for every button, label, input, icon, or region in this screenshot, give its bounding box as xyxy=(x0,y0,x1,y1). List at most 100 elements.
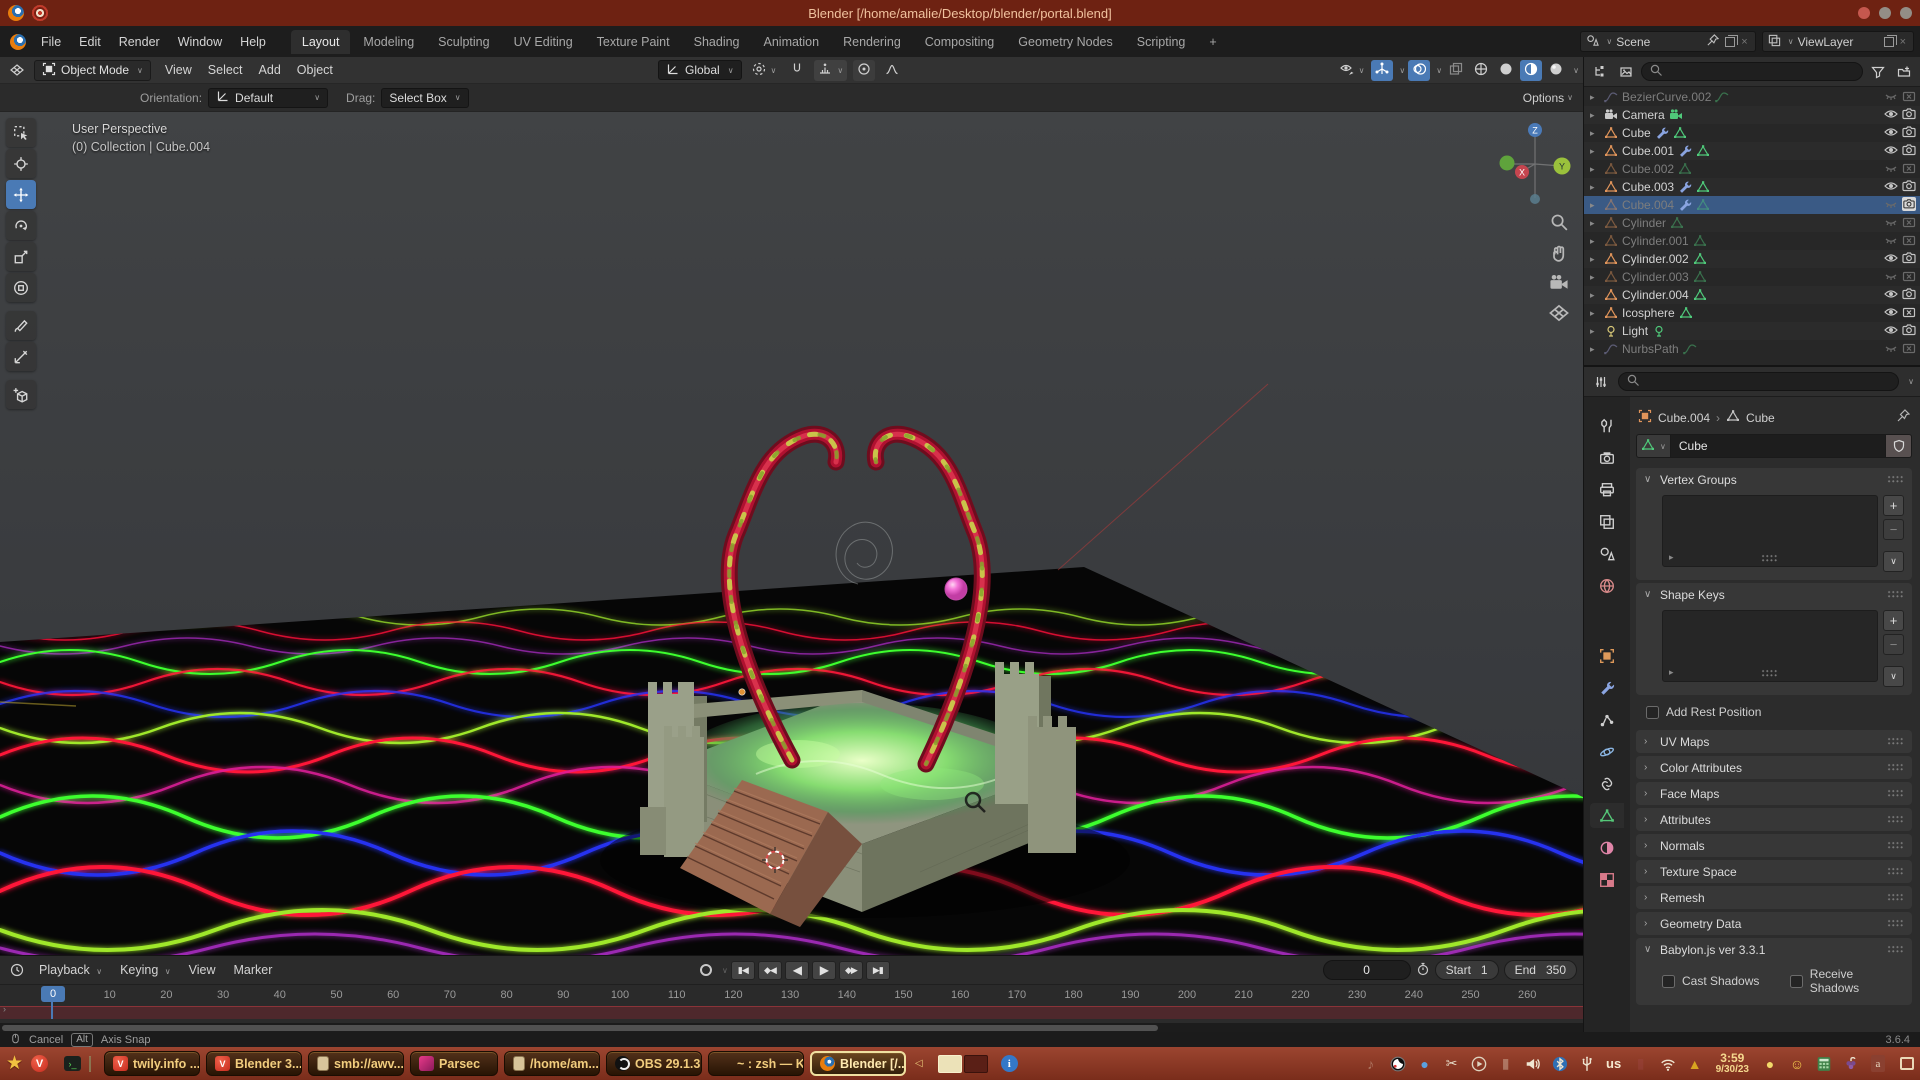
object-name[interactable]: Cube.003 xyxy=(1622,180,1674,194)
expand-icon[interactable]: ▸ xyxy=(1590,164,1600,175)
object-name[interactable]: Light xyxy=(1622,324,1648,338)
menu-help[interactable]: Help xyxy=(231,31,275,53)
outliner-display-mode-button[interactable] xyxy=(1615,61,1637,82)
hide-toggle[interactable] xyxy=(1884,125,1898,142)
add-rest-position-row[interactable]: Add Rest Position xyxy=(1634,698,1914,728)
render-toggle[interactable] xyxy=(1902,251,1916,268)
hide-toggle[interactable] xyxy=(1884,305,1898,322)
task-button[interactable]: Blender [/... xyxy=(810,1051,906,1076)
render-toggle[interactable] xyxy=(1902,323,1916,340)
tray-show-desktop[interactable] xyxy=(1896,1055,1914,1073)
properties-tab-object[interactable] xyxy=(1590,643,1624,668)
outliner-row[interactable]: ▸BezierCurve.002 xyxy=(1584,88,1920,106)
object-name[interactable]: NurbsPath xyxy=(1622,342,1679,356)
tray-dictionary[interactable]: a xyxy=(1869,1055,1887,1073)
viewport-ortho-button[interactable] xyxy=(1549,303,1569,323)
expand-icon[interactable]: ▸ xyxy=(1590,272,1600,283)
tab-sculpting[interactable]: Sculpting xyxy=(427,30,500,54)
breadcrumb-object[interactable]: Cube.004 xyxy=(1658,411,1710,425)
render-toggle[interactable] xyxy=(1902,89,1916,106)
tray-media-play[interactable] xyxy=(1470,1055,1488,1073)
playhead[interactable]: 0 xyxy=(41,986,65,1002)
fake-user-button[interactable] xyxy=(1886,434,1912,458)
viewport-menu-add[interactable]: Add xyxy=(251,60,289,80)
new-collection-button[interactable] xyxy=(1893,61,1915,82)
panel-header[interactable]: ›Normals xyxy=(1636,834,1912,857)
maximize-button[interactable] xyxy=(1879,7,1891,19)
panel-grip[interactable] xyxy=(1887,763,1904,772)
jump-to-start-button[interactable]: ▮◀ xyxy=(731,961,755,980)
tray-grapes[interactable] xyxy=(1842,1055,1860,1073)
checkbox[interactable] xyxy=(1662,975,1675,988)
viewlayer-selector[interactable]: ∨ ViewLayer × xyxy=(1762,31,1914,52)
panel-header[interactable]: ›Attributes xyxy=(1636,808,1912,831)
tray-emoji[interactable]: ☺ xyxy=(1788,1055,1806,1073)
play-reverse-button[interactable]: ◀ xyxy=(785,961,809,980)
expand-icon[interactable]: ▸ xyxy=(1590,236,1600,247)
panel-grip[interactable] xyxy=(1887,893,1904,902)
shading-solid-button[interactable] xyxy=(1495,60,1517,81)
tab-shading[interactable]: Shading xyxy=(683,30,751,54)
filter-icon[interactable] xyxy=(1867,61,1889,82)
3d-viewport[interactable]: User Perspective (0) Collection | Cube.0… xyxy=(0,112,1583,955)
task-button[interactable]: OBS 29.1.3... xyxy=(606,1051,702,1076)
proportional-editing-toggle[interactable] xyxy=(853,60,875,81)
render-toggle[interactable] xyxy=(1902,269,1916,286)
show-gizmo-toggle[interactable] xyxy=(1371,60,1393,81)
frame-end-field[interactable]: End 350 xyxy=(1504,960,1577,980)
tool-annotate[interactable] xyxy=(6,311,36,340)
viewport-zoom-button[interactable] xyxy=(1549,212,1569,232)
tool-move[interactable] xyxy=(6,180,36,209)
hide-toggle[interactable] xyxy=(1884,143,1898,160)
panel-header[interactable]: ›Texture Space xyxy=(1636,860,1912,883)
drag-select[interactable]: Select Box∨ xyxy=(381,88,468,108)
outliner-row[interactable]: ▸Cube.001 xyxy=(1584,142,1920,160)
tab-texture-paint[interactable]: Texture Paint xyxy=(586,30,681,54)
properties-options-caret[interactable]: ∨ xyxy=(1908,377,1914,386)
viewport-menu-select[interactable]: Select xyxy=(200,60,251,80)
scene-selector[interactable]: ∨ Scene × xyxy=(1580,31,1755,52)
hide-toggle[interactable] xyxy=(1884,251,1898,268)
expand-icon[interactable]: ▸ xyxy=(1590,218,1600,229)
hide-toggle[interactable] xyxy=(1884,341,1898,358)
outliner-search-input[interactable] xyxy=(1641,62,1863,81)
remove-button[interactable]: − xyxy=(1883,634,1904,655)
expand-icon[interactable]: ▸ xyxy=(1590,110,1600,121)
panel-header[interactable]: ∨Shape Keys xyxy=(1636,583,1912,606)
expand-icon[interactable]: ▸ xyxy=(1590,182,1600,193)
auto-keying-toggle[interactable] xyxy=(700,964,712,976)
timeline-menu-playback[interactable]: Playback ∨ xyxy=(30,959,111,981)
tray-indicator-blue[interactable]: ● xyxy=(1416,1055,1434,1073)
show-overlays-toggle[interactable] xyxy=(1408,60,1430,81)
tab-scripting[interactable]: Scripting xyxy=(1126,30,1197,54)
outliner-row[interactable]: ▸ Cube.003 xyxy=(1584,178,1920,196)
visibility-dropdown[interactable]: ∨ xyxy=(1336,60,1369,81)
tool-scale[interactable] xyxy=(6,242,36,271)
outliner-row[interactable]: ▸Cylinder.002 xyxy=(1584,250,1920,268)
xray-toggle[interactable] xyxy=(1445,60,1467,81)
mesh-name-value[interactable]: Cube xyxy=(1671,434,1886,458)
expand-icon[interactable]: ▸ xyxy=(1590,308,1600,319)
panel-grip[interactable] xyxy=(1887,945,1904,954)
tool-cursor[interactable] xyxy=(6,149,36,178)
hide-toggle[interactable] xyxy=(1884,179,1898,196)
copy-icon[interactable] xyxy=(1725,37,1735,47)
outliner-row[interactable]: ▸NurbsPath xyxy=(1584,340,1920,358)
pin-icon[interactable] xyxy=(1896,409,1910,426)
render-toggle[interactable] xyxy=(1902,143,1916,160)
viewport-camera-button[interactable] xyxy=(1549,273,1569,293)
mode-selector[interactable]: Object Mode ∨ xyxy=(34,60,151,81)
hide-toggle[interactable] xyxy=(1884,107,1898,124)
tray-bluetooth[interactable] xyxy=(1551,1055,1569,1073)
minimize-button[interactable] xyxy=(1858,7,1870,19)
tray-indicator-red[interactable]: ▮ xyxy=(1632,1055,1650,1073)
menu-file[interactable]: File xyxy=(32,31,70,53)
hide-toggle[interactable] xyxy=(1884,233,1898,250)
properties-tab-output[interactable] xyxy=(1590,477,1624,502)
object-name[interactable]: Cube.004 xyxy=(1622,198,1674,212)
add-button[interactable]: + xyxy=(1883,610,1904,631)
properties-editor-type-button[interactable] xyxy=(1590,371,1612,392)
outliner-editor-type-button[interactable] xyxy=(1589,61,1611,82)
orientation-select[interactable]: Default∨ xyxy=(208,88,328,108)
previous-keyframe-button[interactable]: ◆◀ xyxy=(758,961,782,980)
